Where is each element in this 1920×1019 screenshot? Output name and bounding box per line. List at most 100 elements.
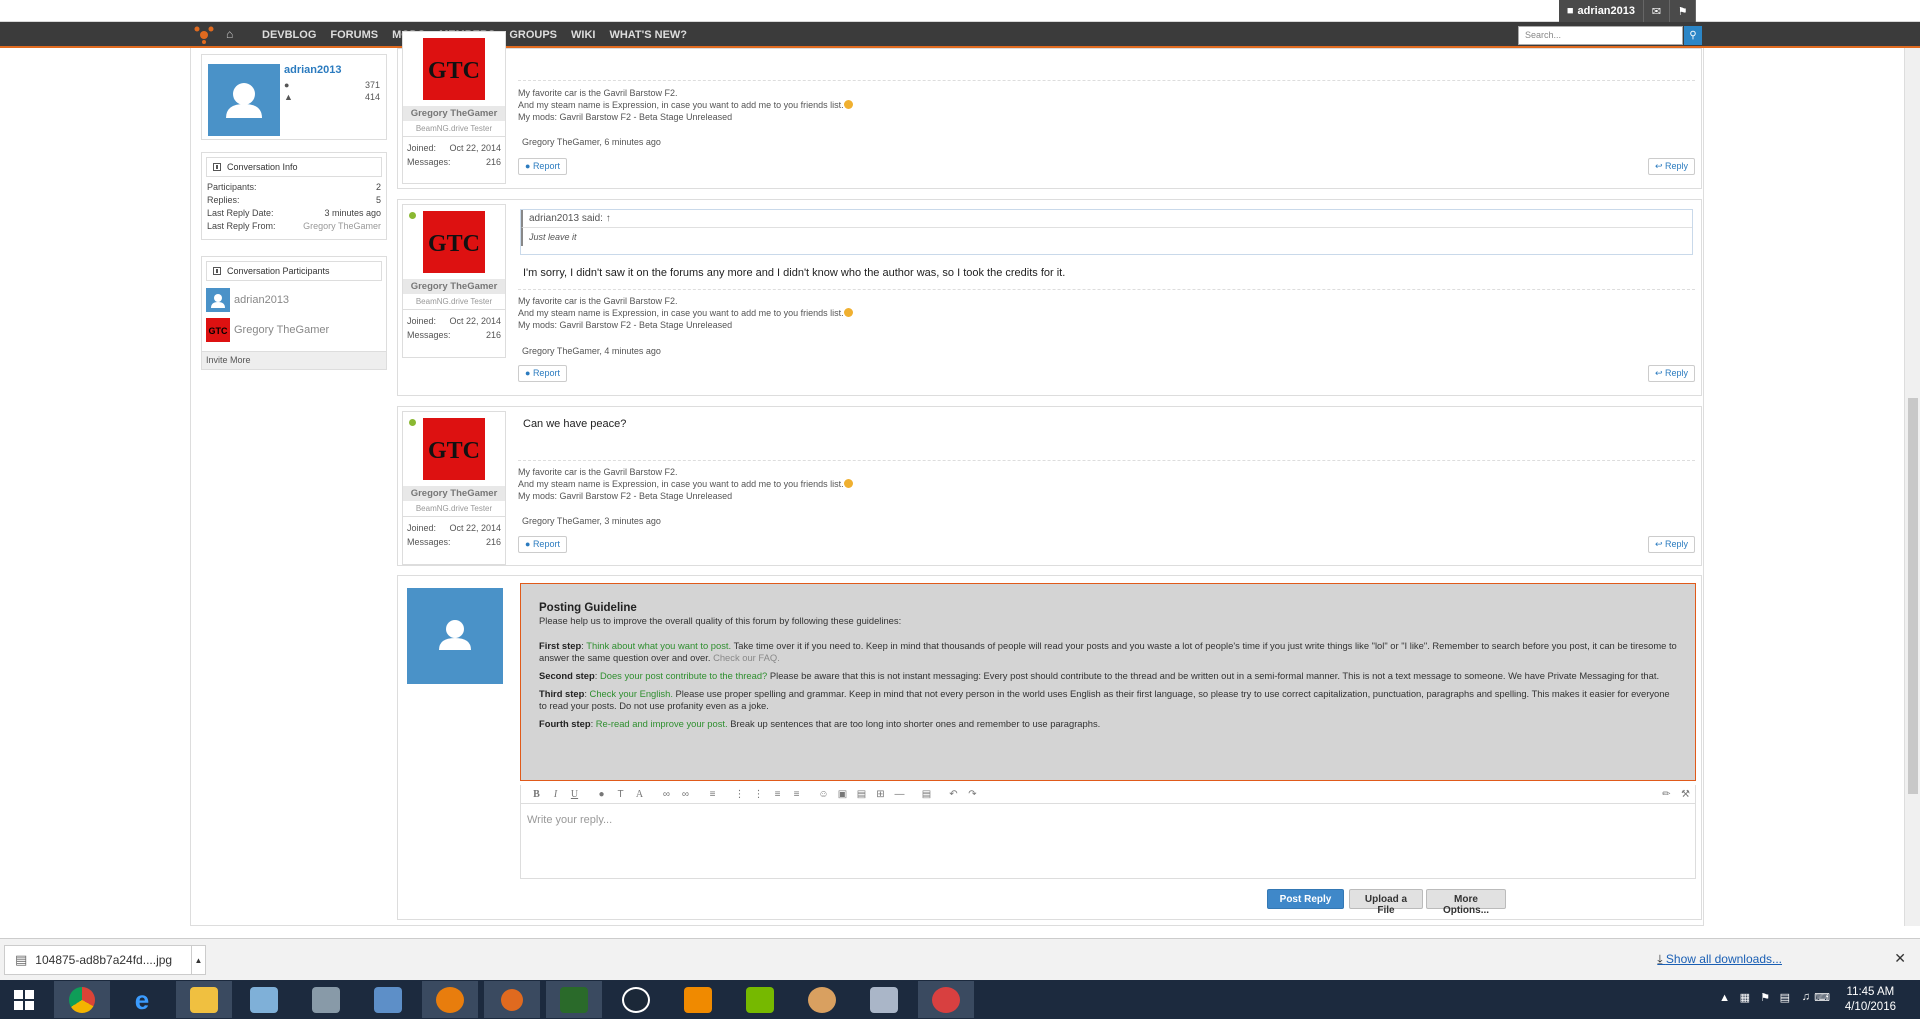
nav-wiki[interactable]: WIKI <box>564 22 602 48</box>
report-button[interactable]: ● Report <box>518 158 567 175</box>
poster-name[interactable]: Gregory TheGamer <box>403 486 505 501</box>
more-options-button[interactable]: More Options... <box>1426 889 1506 916</box>
nav-groups[interactable]: GROUPS <box>502 22 564 48</box>
underline-icon[interactable]: U <box>565 789 584 800</box>
chrome-taskbar-icon[interactable] <box>54 981 110 1018</box>
undo-icon[interactable]: ↶ <box>944 789 963 800</box>
avatar[interactable] <box>208 64 280 136</box>
reply-button[interactable]: ↩ Reply <box>1647 365 1695 382</box>
font-family-icon[interactable]: A <box>630 789 649 800</box>
step-link[interactable]: Think about what you want to post. <box>586 640 731 651</box>
link-icon[interactable]: ∞ <box>657 789 676 800</box>
clock[interactable]: 11:45 AM 4/10/2016 <box>1845 985 1896 1015</box>
nav-whats-new[interactable]: WHAT'S NEW? <box>602 22 694 48</box>
download-item[interactable]: ▤ 104875-ad8b7a24fd....jpg ▲ <box>4 945 206 975</box>
report-button[interactable]: ● Report <box>518 536 567 553</box>
paint-taskbar-icon[interactable] <box>794 981 850 1018</box>
windows-tray-icon[interactable]: ▦ <box>1740 991 1750 1004</box>
info-value[interactable]: Gregory TheGamer <box>303 220 381 233</box>
italic-icon[interactable]: I <box>546 789 565 800</box>
poster-name[interactable]: Gregory TheGamer <box>403 279 505 294</box>
faq-link[interactable]: Check our FAQ. <box>713 652 780 663</box>
reply-button[interactable]: ↩ Reply <box>1647 536 1695 553</box>
nav-devblog[interactable]: DEVBLOG <box>255 22 323 48</box>
network-icon[interactable]: ▤ <box>1780 991 1790 1004</box>
font-size-icon[interactable]: T <box>611 789 630 800</box>
participant-item[interactable]: GTC Gregory TheGamer <box>202 315 386 345</box>
redo-icon[interactable]: ↷ <box>963 789 982 800</box>
home-icon[interactable]: ⌂ <box>226 27 233 41</box>
poster-avatar[interactable]: GTC <box>423 418 485 480</box>
text-color-icon[interactable]: ● <box>592 789 611 800</box>
media-player-taskbar-icon[interactable] <box>670 981 726 1018</box>
step-link[interactable]: Re-read and improve your post. <box>596 718 728 729</box>
unlink-icon[interactable]: ∞ <box>676 789 695 800</box>
reply-editor[interactable]: Write your reply... <box>520 803 1696 879</box>
volume-icon[interactable]: ♫ <box>1802 991 1810 1003</box>
poster-avatar[interactable]: GTC <box>423 38 485 100</box>
internet-explorer-taskbar-icon[interactable]: e <box>114 981 170 1018</box>
snipping-tool-taskbar-icon[interactable] <box>918 981 974 1018</box>
beamng-logo-icon[interactable] <box>194 26 214 44</box>
upload-file-button[interactable]: Upload a File <box>1349 889 1423 916</box>
graphics-editor-taskbar-icon[interactable] <box>856 981 912 1018</box>
step-link[interactable]: Does your post contribute to the thread? <box>600 670 767 681</box>
report-button[interactable]: ● Report <box>518 365 567 382</box>
step-link[interactable]: Check your English. <box>590 688 673 699</box>
post-reply-button[interactable]: Post Reply <box>1267 889 1344 909</box>
bullet-list-icon[interactable]: ⋮ <box>730 789 749 800</box>
save-draft-icon[interactable]: ▤ <box>917 789 936 800</box>
quote-author[interactable]: adrian2013 said: ↑ <box>521 210 1692 228</box>
flag-icon[interactable]: ⚑ <box>1760 991 1770 1004</box>
outdent-icon[interactable]: ≡ <box>768 789 787 800</box>
conversation-info-header[interactable]: Conversation Info <box>206 157 382 177</box>
wrench-icon[interactable]: ⚒ <box>1676 789 1695 800</box>
collapse-icon <box>213 163 221 171</box>
inbox-icon[interactable]: ✉ <box>1644 0 1670 22</box>
network-taskbar-icon[interactable] <box>298 981 354 1018</box>
media-icon[interactable]: ▤ <box>852 789 871 800</box>
participant-item[interactable]: adrian2013 <box>202 285 386 315</box>
post-meta[interactable]: Gregory TheGamer, 4 minutes ago <box>522 346 661 356</box>
ime-icon[interactable]: ⌨ <box>1814 991 1830 1004</box>
participants-header[interactable]: Conversation Participants <box>206 261 382 281</box>
user-menu[interactable]: ■ adrian2013 <box>1559 0 1644 22</box>
post-meta[interactable]: Gregory TheGamer, 3 minutes ago <box>522 516 661 526</box>
scrollbar-thumb[interactable] <box>1908 398 1918 794</box>
smilie-icon[interactable]: ☺ <box>814 789 833 800</box>
post-meta[interactable]: Gregory TheGamer, 6 minutes ago <box>522 137 661 147</box>
tray-chevron-icon[interactable]: ▲ <box>1719 992 1730 1004</box>
file-explorer-taskbar-icon[interactable] <box>176 981 232 1018</box>
chevron-down-icon[interactable]: ▲ <box>191 946 205 974</box>
blender-taskbar-icon[interactable] <box>422 981 478 1018</box>
start-button[interactable] <box>0 980 48 1019</box>
poster-name[interactable]: Gregory TheGamer <box>403 106 505 121</box>
numbered-list-icon[interactable]: ⋮ <box>749 789 768 800</box>
bold-icon[interactable]: B <box>527 789 546 800</box>
nvidia-taskbar-icon[interactable] <box>732 981 788 1018</box>
control-panel-taskbar-icon[interactable] <box>360 981 416 1018</box>
panel-title: Conversation Participants <box>227 266 330 276</box>
steam-taskbar-icon[interactable] <box>608 981 664 1018</box>
reply-button[interactable]: ↩ Reply <box>1647 158 1695 175</box>
alerts-flag-icon[interactable]: ⚑ <box>1670 0 1696 22</box>
image-icon[interactable]: ▣ <box>833 789 852 800</box>
invite-more-link[interactable]: Invite More <box>202 351 386 369</box>
message-text: I'm sorry, I didn't saw it on the forums… <box>523 267 1066 279</box>
poster-avatar[interactable]: GTC <box>423 211 485 273</box>
show-all-downloads-link[interactable]: ⤓ Show all downloads... <box>1657 952 1782 967</box>
horizontal-rule-icon[interactable]: — <box>890 789 909 800</box>
notepad-taskbar-icon[interactable] <box>236 981 292 1018</box>
search-icon[interactable]: ⚲ <box>1684 26 1702 45</box>
task-manager-taskbar-icon[interactable] <box>546 981 602 1018</box>
beamng-taskbar-icon[interactable] <box>484 981 540 1018</box>
remove-format-icon[interactable]: ✏ <box>1657 789 1676 800</box>
close-icon[interactable]: ✕ <box>1894 950 1906 967</box>
page-scrollbar[interactable] <box>1904 48 1920 926</box>
search-input[interactable]: Search... <box>1518 26 1683 45</box>
insert-icon[interactable]: ⊞ <box>871 789 890 800</box>
sidebar-username[interactable]: adrian2013 <box>284 64 341 76</box>
nav-forums[interactable]: FORUMS <box>323 22 385 48</box>
align-icon[interactable]: ≡ <box>703 789 722 800</box>
indent-icon[interactable]: ≡ <box>787 789 806 800</box>
